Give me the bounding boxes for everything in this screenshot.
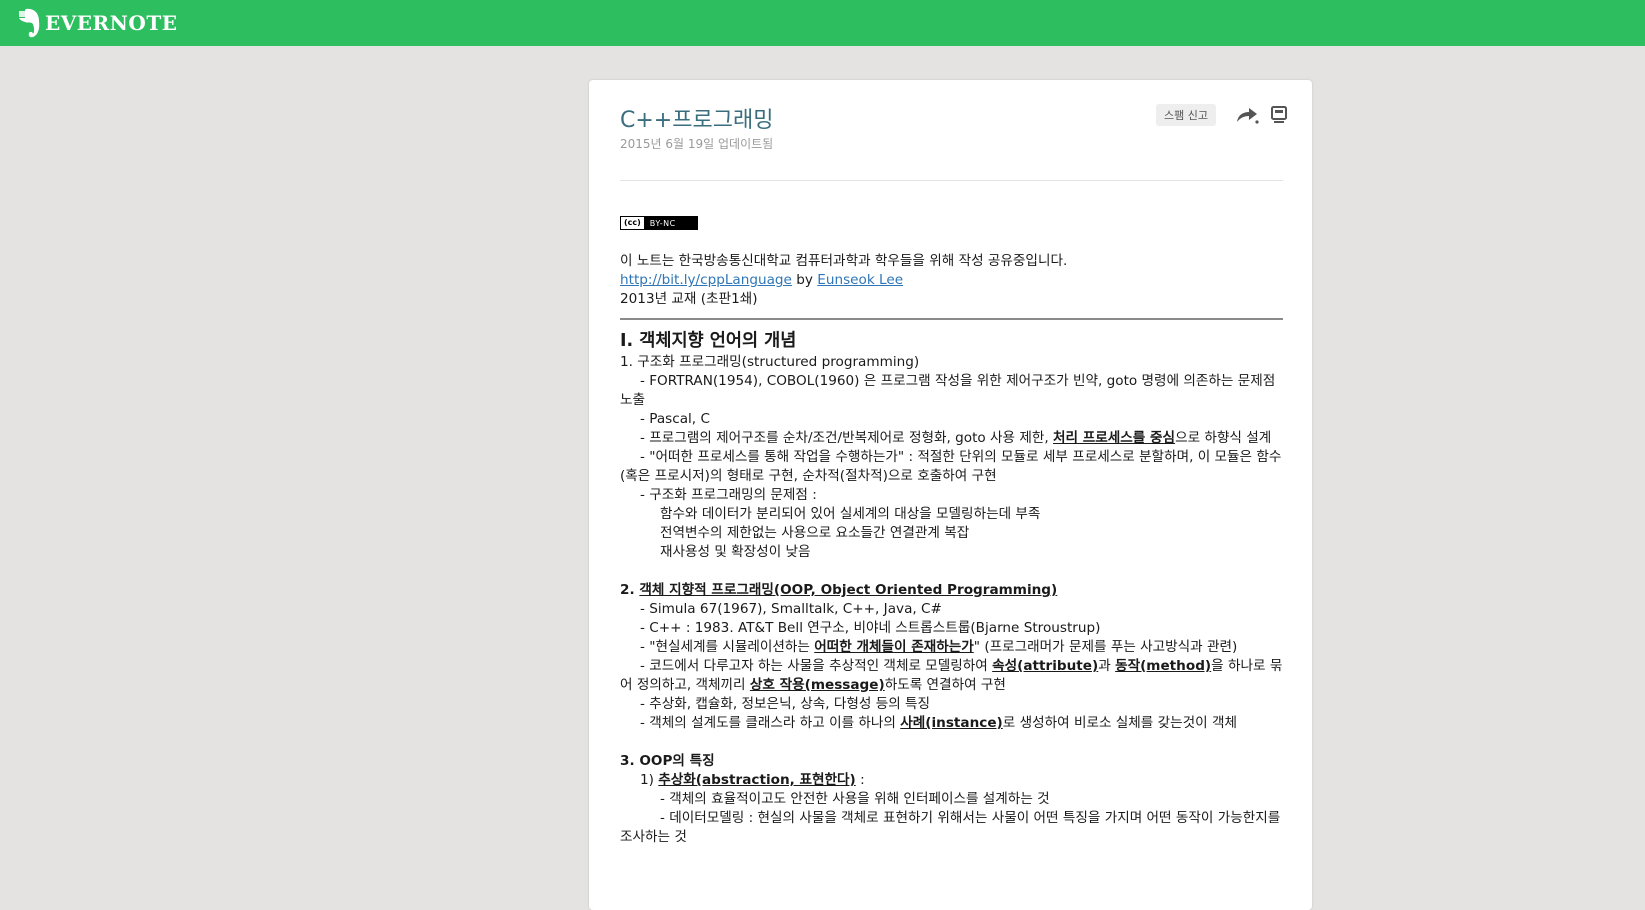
list-item: 전역변수의 제한없는 사용으로 요소들간 연결관계 복잡: [660, 525, 970, 541]
edition-text: 2013년 교재 (초판1쇄): [620, 291, 758, 307]
author-link[interactable]: Eunseok Lee: [817, 272, 903, 288]
paragraph: - 프로그램의 제어구조를 순차/조건/반복제어로 정형화, goto 사용 제…: [640, 430, 1272, 446]
paragraph: - Simula 67(1967), Smalltalk, C++, Java,…: [640, 601, 942, 617]
cc-license-badge[interactable]: (cc) BY-NC: [620, 216, 698, 230]
list-item: - 데이터모델링 : 현실의 사물을 객체로 표현하기 위해서는 사물이 어떤 …: [620, 810, 1281, 845]
subheading-2: 2. 객체 지향적 프로그래밍(OOP, Object Oriented Pro…: [620, 582, 1058, 598]
paragraph: - 코드에서 다루고자 하는 사물을 추상적인 객체로 모델링하여 속성(att…: [620, 658, 1283, 693]
subheading-1: 1. 구조화 프로그래밍(structured programming): [620, 354, 920, 370]
header-divider: [620, 180, 1283, 181]
license-row: (cc) BY-NC: [620, 212, 1283, 252]
presentation-icon[interactable]: [1266, 104, 1292, 126]
note-card: C++프로그래밍 2015년 6월 19일 업데이트됨 스팸 신고 (cc) B…: [589, 80, 1312, 910]
source-link[interactable]: http://bit.ly/cppLanguage: [620, 272, 792, 288]
paragraph: - 객체의 설계도를 클래스라 하고 이를 하나의 사례(instance)로 …: [640, 715, 1237, 731]
paragraph: - "현실세계를 시뮬레이션하는 어떠한 개체들이 존재하는가" (프로그래머가…: [640, 639, 1238, 655]
note-content: (cc) BY-NC 이 노트는 한국방송통신대학교 컴퓨터과학과 학우들을 위…: [620, 212, 1283, 847]
paragraph: - 구조화 프로그래밍의 문제점 :: [640, 487, 817, 503]
list-item: - 객체의 효율적이고도 안전한 사용을 위해 인터페이스를 설계하는 것: [660, 791, 1050, 807]
paragraph: - C++ : 1983. AT&T Bell 연구소, 비야네 스트롭스트룹(…: [640, 620, 1101, 636]
paragraph: - FORTRAN(1954), COBOL(1960) 은 프로그램 작성을 …: [620, 373, 1276, 408]
brand-name: EVERNOTE: [45, 11, 178, 35]
paragraph: - "어떠한 프로세스를 통해 작업을 수행하는가" : 적절한 단위의 모듈로…: [620, 449, 1282, 484]
note-actions: 스팸 신고: [1156, 104, 1292, 126]
top-bar: EVERNOTE: [0, 0, 1645, 46]
paragraph: - Pascal, C: [640, 411, 710, 427]
note-title: C++프로그래밍: [620, 108, 774, 133]
share-icon[interactable]: [1234, 104, 1260, 126]
note-updated-date: 2015년 6월 19일 업데이트됨: [620, 137, 774, 151]
list-item: 함수와 데이터가 분리되어 있어 실세계의 대상을 모델링하는데 부족: [660, 506, 1041, 522]
subheading-3: 3. OOP의 특징: [620, 753, 715, 769]
intro-text: 이 노트는 한국방송통신대학교 컴퓨터과학과 학우들을 위해 작성 공유중입니다…: [620, 253, 1068, 269]
paragraph: - 추상화, 캡슐화, 정보은닉, 상속, 다형성 등의 특징: [640, 696, 931, 712]
section-heading: I. 객체지향 언어의 개념: [620, 331, 797, 351]
source-line: http://bit.ly/cppLanguage by Eunseok Lee: [620, 272, 904, 288]
section-divider: [620, 318, 1283, 320]
evernote-logo[interactable]: EVERNOTE: [14, 7, 177, 39]
elephant-icon: [19, 8, 40, 38]
paragraph: 1) 추상화(abstraction, 표현한다) :: [640, 772, 865, 788]
list-item: 재사용성 및 확장성이 낮음: [660, 544, 811, 560]
report-spam-button[interactable]: 스팸 신고: [1156, 104, 1216, 126]
